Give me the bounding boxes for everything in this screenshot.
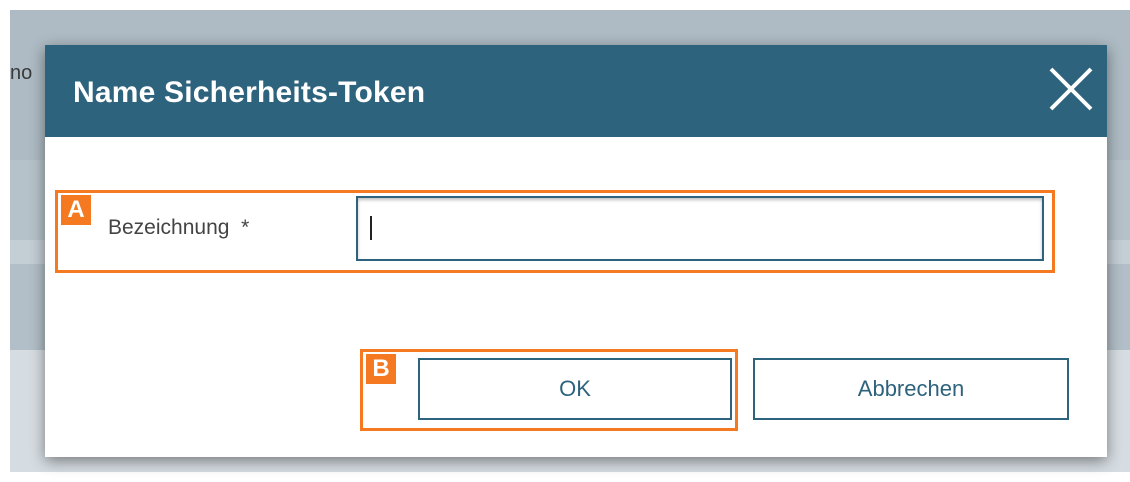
name-security-token-dialog: Name Sicherheits-Token A Bezeichnung * B… — [45, 45, 1107, 457]
ok-button[interactable]: OK — [418, 358, 732, 420]
annotation-badge-b: B — [366, 354, 396, 384]
close-icon — [1049, 67, 1093, 111]
bezeichnung-input[interactable] — [356, 196, 1044, 261]
background-text: no — [10, 62, 33, 84]
dialog-header: Name Sicherheits-Token — [45, 45, 1107, 137]
close-button[interactable] — [1045, 63, 1097, 115]
annotation-badge-a: A — [61, 195, 91, 225]
dialog-title: Name Sicherheits-Token — [73, 76, 426, 109]
cancel-button[interactable]: Abbrechen — [753, 358, 1069, 420]
bezeichnung-label: Bezeichnung * — [108, 216, 250, 239]
text-caret — [370, 216, 372, 240]
